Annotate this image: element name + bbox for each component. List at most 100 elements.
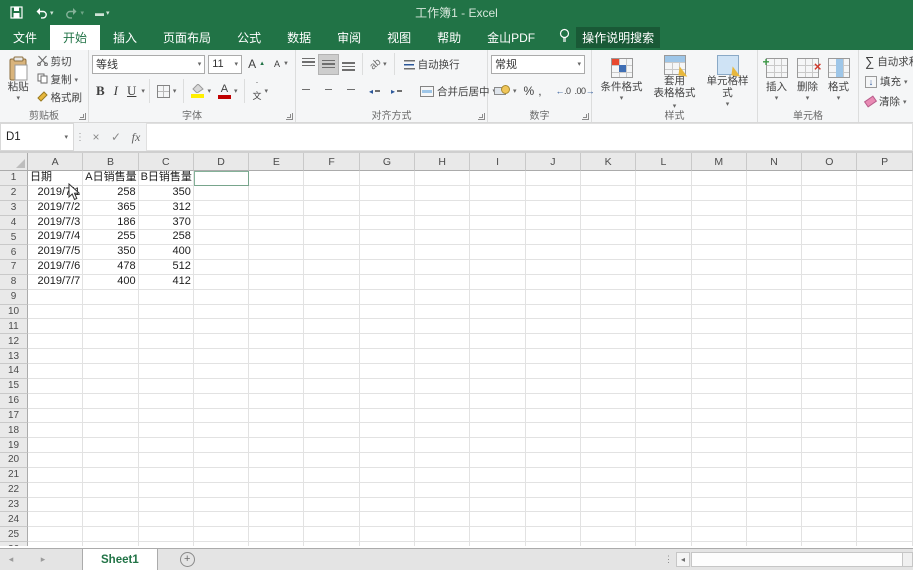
cell-E25[interactable] [249, 527, 305, 543]
cell-E18[interactable] [249, 423, 305, 439]
cell-F16[interactable] [304, 393, 360, 409]
cell-B14[interactable] [83, 363, 139, 379]
tab-home[interactable]: 开始 [50, 25, 101, 50]
cell-A20[interactable] [28, 453, 84, 468]
cell-L21[interactable] [636, 467, 692, 483]
cell-I12[interactable] [470, 334, 526, 350]
cell-I10[interactable] [470, 304, 526, 320]
tab-insert[interactable]: 插入 [100, 25, 150, 50]
cell-M5[interactable] [691, 230, 747, 246]
cell-M23[interactable] [691, 497, 747, 513]
insert-function-icon[interactable]: fx [126, 123, 146, 151]
cell-D19[interactable] [193, 438, 250, 454]
cell-H26[interactable] [415, 542, 471, 546]
cell-A16[interactable] [28, 393, 84, 409]
cell-A19[interactable] [28, 438, 84, 454]
cell-O25[interactable] [802, 527, 858, 543]
cell-F10[interactable] [304, 304, 360, 320]
cell-B24[interactable] [83, 512, 139, 528]
cell-I9[interactable] [470, 289, 526, 305]
cell-L13[interactable] [636, 349, 692, 364]
insert-cells-button[interactable]: + 插入 ▾ [761, 53, 792, 109]
column-header-A[interactable]: A [28, 153, 84, 171]
cell-C8[interactable]: 412 [138, 274, 194, 290]
cell-D23[interactable] [193, 497, 250, 513]
cell-P14[interactable] [857, 363, 913, 379]
cell-H24[interactable] [415, 512, 471, 528]
cell-G16[interactable] [359, 393, 416, 409]
cell-A14[interactable] [28, 363, 84, 379]
clear-button[interactable]: 清除 ▾ [862, 93, 913, 110]
row-header-21[interactable]: 21 [0, 467, 28, 483]
cell-O26[interactable] [802, 542, 858, 546]
cell-K25[interactable] [580, 527, 637, 543]
cell-B12[interactable] [83, 334, 139, 350]
cell-N25[interactable] [746, 527, 803, 543]
wrap-text-button[interactable]: 自动换行 [399, 56, 463, 73]
alignment-dialog-launcher-icon[interactable] [478, 113, 485, 120]
cell-J18[interactable] [525, 423, 581, 439]
cell-I25[interactable] [470, 527, 526, 543]
cell-N18[interactable] [746, 423, 803, 439]
sheet-nav-prev-icon[interactable]: ◂ [0, 549, 22, 570]
cell-C23[interactable] [138, 497, 194, 513]
cell-C4[interactable]: 370 [138, 215, 194, 231]
cell-P15[interactable] [857, 378, 913, 394]
cell-B5[interactable]: 255 [83, 230, 139, 246]
cell-H14[interactable] [415, 363, 471, 379]
cell-O18[interactable] [802, 423, 858, 439]
cell-B20[interactable] [83, 453, 139, 468]
delete-cells-button[interactable]: × 删除 ▾ [792, 53, 823, 109]
cell-H20[interactable] [415, 453, 471, 468]
cut-button[interactable]: 剪切 [34, 53, 86, 70]
cell-M13[interactable] [691, 349, 747, 364]
cell-E13[interactable] [249, 349, 305, 364]
cell-N12[interactable] [746, 334, 803, 350]
cell-C16[interactable] [138, 393, 194, 409]
cell-C20[interactable] [138, 453, 194, 468]
cell-C12[interactable] [138, 334, 194, 350]
cell-J2[interactable] [525, 185, 581, 201]
cell-G4[interactable] [359, 215, 416, 231]
cell-N22[interactable] [746, 482, 803, 498]
cell-G24[interactable] [359, 512, 416, 528]
underline-button[interactable]: U [123, 82, 140, 100]
cell-G19[interactable] [359, 438, 416, 454]
cell-O23[interactable] [802, 497, 858, 513]
cell-I1[interactable] [470, 171, 526, 186]
cell-P23[interactable] [857, 497, 913, 513]
cell-C18[interactable] [138, 423, 194, 439]
cell-I23[interactable] [470, 497, 526, 513]
hscroll-thumb[interactable] [692, 553, 904, 566]
cell-K21[interactable] [580, 467, 637, 483]
qat-customize-icon[interactable]: ▬ ▾ [95, 8, 110, 18]
number-dialog-launcher-icon[interactable] [582, 113, 589, 120]
cell-G23[interactable] [359, 497, 416, 513]
undo-icon[interactable]: ▾ [34, 7, 54, 19]
autosum-button[interactable]: ∑自动求和 [862, 53, 913, 70]
cell-C9[interactable] [138, 289, 194, 305]
cell-K4[interactable] [580, 215, 637, 231]
cell-styles-button[interactable]: 单元格样式 ▾ [701, 53, 754, 109]
cell-B21[interactable] [83, 467, 139, 483]
cell-A10[interactable] [28, 304, 84, 320]
merge-center-button[interactable]: 合并后居中▾ [417, 83, 499, 100]
cell-L12[interactable] [636, 334, 692, 350]
column-header-I[interactable]: I [470, 153, 526, 171]
cell-K16[interactable] [580, 393, 637, 409]
cell-E10[interactable] [249, 304, 305, 320]
cell-C2[interactable]: 350 [138, 185, 194, 201]
cell-E8[interactable] [249, 274, 305, 290]
decrease-indent-icon[interactable]: ◂ [366, 84, 387, 99]
cell-G15[interactable] [359, 378, 416, 394]
sheet-nav-next-icon[interactable]: ▸ [32, 549, 54, 570]
cell-C19[interactable] [138, 438, 194, 454]
cell-P1[interactable] [857, 171, 913, 186]
cell-P21[interactable] [857, 467, 913, 483]
cell-C7[interactable]: 512 [138, 260, 194, 275]
cell-F25[interactable] [304, 527, 360, 543]
column-header-N[interactable]: N [746, 153, 803, 171]
cell-I14[interactable] [470, 363, 526, 379]
cell-H23[interactable] [415, 497, 471, 513]
cell-D4[interactable] [193, 215, 250, 231]
